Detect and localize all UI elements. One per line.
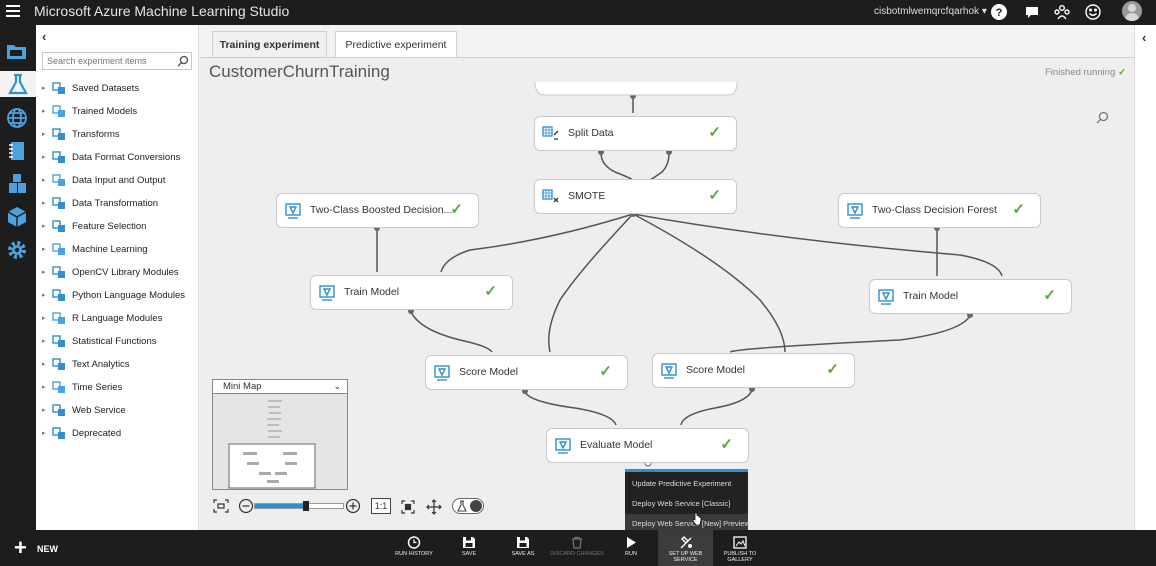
minimap-label: Mini Map <box>223 381 262 392</box>
zoom-slider[interactable] <box>254 503 344 509</box>
flask-icon <box>457 500 467 512</box>
check-icon: ✓ <box>450 201 463 218</box>
command-bar: + NEW RUN HISTORY SAVE SAVE AS DISCARD C… <box>0 530 1156 566</box>
zoom-in-icon[interactable] <box>345 498 361 514</box>
module-evaluate-model[interactable]: Evaluate Model ✓ <box>546 428 749 463</box>
module-label: SMOTE <box>568 190 606 202</box>
module-icon <box>542 188 560 206</box>
check-icon: ✓ <box>599 363 612 380</box>
module-label: Two-Class Decision Forest <box>872 204 997 216</box>
run-history-label: RUN HISTORY <box>395 551 433 557</box>
setup-web-service-menu: Update Predictive Experiment Deploy Web … <box>625 469 750 534</box>
check-icon: ✓ <box>484 283 497 300</box>
module-train-model-right[interactable]: Train Model ✓ <box>869 279 1072 314</box>
check-icon: ✓ <box>1043 287 1056 304</box>
clock-icon <box>407 536 421 549</box>
auto-layout-icon[interactable] <box>400 499 416 514</box>
set-up-web-service-button[interactable]: SET UP WEB SERVICE <box>658 530 713 566</box>
module-two-class-boosted-decision-tree[interactable]: Two-Class Boosted Decision... ✓ <box>276 193 479 228</box>
minimap-toggle[interactable]: Mini Map ⌄ <box>212 379 348 394</box>
discard-label: DISCARD CHANGES <box>550 551 604 557</box>
play-icon <box>627 537 636 548</box>
view-mode-toggle[interactable] <box>452 498 484 514</box>
gallery-icon <box>733 536 747 549</box>
check-icon: ✓ <box>720 436 733 453</box>
actual-size-button[interactable]: 1:1 <box>371 498 391 514</box>
menu-item-update-predictive[interactable]: Update Predictive Experiment <box>625 474 748 494</box>
module-score-model-left[interactable]: Score Model ✓ <box>425 355 628 390</box>
plus-icon: + <box>14 535 27 560</box>
run-button[interactable]: RUN <box>620 530 642 566</box>
module-label: Score Model <box>459 366 518 378</box>
module-label: Evaluate Model <box>580 439 653 451</box>
menu-item-deploy-classic[interactable]: Deploy Web Service [Classic] <box>625 494 748 514</box>
module-label: Two-Class Boosted Decision... <box>310 204 453 216</box>
minimap[interactable] <box>212 394 348 490</box>
publish-label-2: GALLERY <box>727 557 753 563</box>
pan-icon[interactable] <box>426 499 442 515</box>
save-icon <box>463 537 475 548</box>
trash-icon <box>572 536 582 549</box>
discard-changes-button[interactable]: DISCARD CHANGES <box>548 530 606 566</box>
save-as-button[interactable]: SAVE AS <box>507 530 539 566</box>
save-label: SAVE <box>461 551 477 557</box>
zoom-out-icon[interactable] <box>238 498 254 514</box>
save-as-label: SAVE AS <box>511 551 535 557</box>
new-label: NEW <box>37 544 58 554</box>
module-label: Train Model <box>903 290 959 302</box>
fit-to-screen-icon[interactable] <box>213 499 229 513</box>
module-smote[interactable]: SMOTE ✓ <box>534 179 737 214</box>
learner-icon <box>284 202 302 220</box>
check-icon: ✓ <box>1012 201 1025 218</box>
module-two-class-decision-forest[interactable]: Two-Class Decision Forest ✓ <box>838 193 1041 228</box>
publish-to-gallery-button[interactable]: PUBLISH TO GALLERY <box>720 530 760 566</box>
zoom-slider-handle[interactable] <box>303 501 309 511</box>
module-train-model-left[interactable]: Train Model ✓ <box>310 275 513 310</box>
web-service-icon <box>680 536 692 549</box>
module-icon <box>542 125 560 143</box>
evaluate-icon <box>554 437 572 455</box>
train-icon <box>877 288 895 306</box>
minimap-preview <box>228 400 316 489</box>
score-icon <box>660 362 678 380</box>
run-label: RUN <box>625 551 637 557</box>
module-label: Split Data <box>568 127 614 139</box>
learner-icon <box>846 202 864 220</box>
toggle-knob <box>470 500 482 512</box>
check-icon: ✓ <box>708 124 721 141</box>
module-label: Train Model <box>344 286 400 298</box>
set-up-web-service-label-2: SERVICE <box>673 557 698 563</box>
module-label: Score Model <box>686 364 745 376</box>
save-button[interactable]: SAVE <box>455 530 483 566</box>
run-history-button[interactable]: RUN HISTORY <box>393 530 435 566</box>
module-split-data[interactable]: Split Data ✓ <box>534 116 737 151</box>
score-icon <box>433 364 451 382</box>
module-score-model-right[interactable]: Score Model ✓ <box>652 353 855 388</box>
train-icon <box>318 284 336 302</box>
chevron-down-icon: ⌄ <box>333 381 341 391</box>
zoom-level-fill <box>255 504 304 508</box>
check-icon: ✓ <box>708 187 721 204</box>
check-icon: ✓ <box>826 361 839 378</box>
hand-cursor-icon <box>692 512 702 526</box>
save-as-icon <box>517 537 529 548</box>
